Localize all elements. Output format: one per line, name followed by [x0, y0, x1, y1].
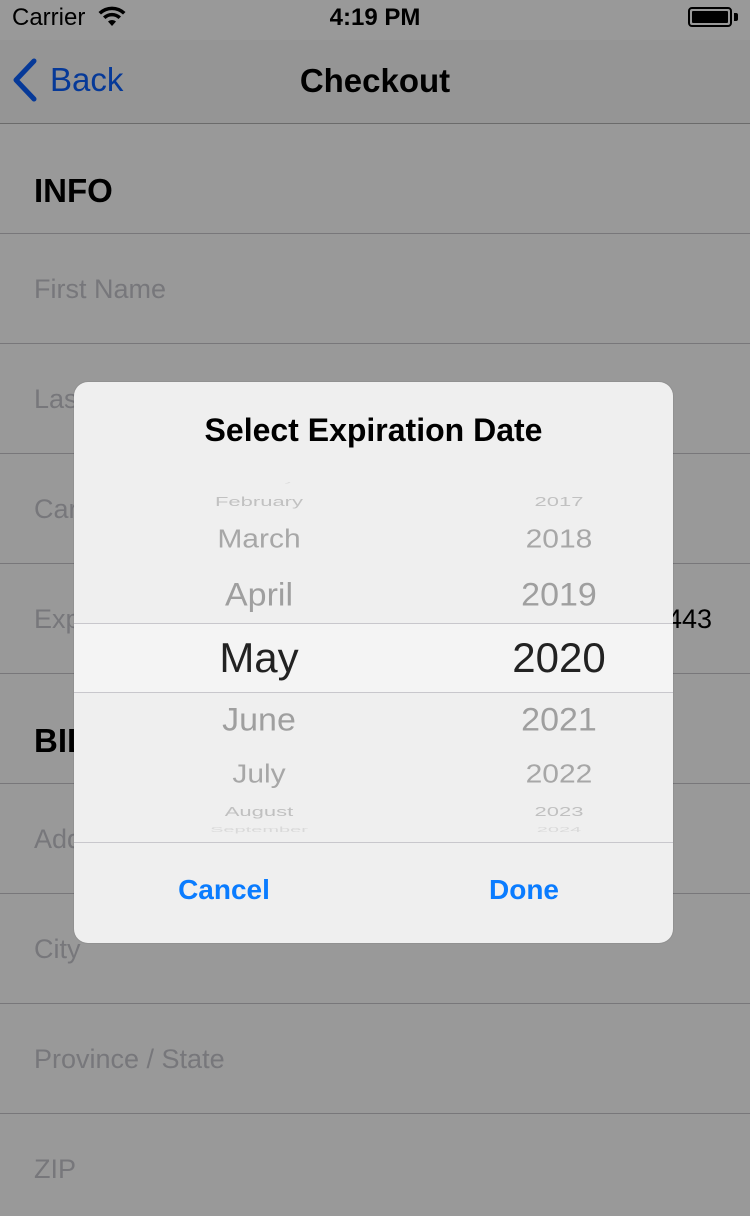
year-option[interactable]: 2018 — [474, 527, 644, 553]
year-option[interactable]: 2023 — [474, 805, 644, 818]
month-option[interactable]: January — [164, 482, 354, 484]
year-option[interactable]: 2020 — [474, 637, 644, 679]
month-option[interactable]: May — [164, 637, 354, 679]
checkout-screen: Carrier 4:19 PM Back Checkout INFO First… — [0, 0, 750, 1216]
month-picker-column[interactable]: January February March April May June July Augu… — [164, 482, 354, 842]
month-option[interactable]: June — [164, 704, 354, 736]
expiration-date-dialog: Select Expiration Date January February Ma… — [74, 382, 673, 943]
month-option[interactable]: September — [164, 827, 354, 834]
year-option[interactable]: 2021 — [474, 704, 644, 736]
year-option[interactable]: 2017 — [474, 495, 644, 508]
year-option[interactable]: 2019 — [474, 579, 644, 611]
date-picker[interactable]: January February March April May June July Augu… — [74, 482, 673, 842]
month-option[interactable]: August — [164, 805, 354, 818]
month-option[interactable]: February — [164, 495, 354, 508]
dialog-divider — [74, 842, 673, 843]
month-option[interactable]: April — [164, 579, 354, 611]
cancel-button[interactable]: Cancel — [134, 860, 314, 920]
year-option[interactable]: 2022 — [474, 762, 644, 788]
dialog-title: Select Expiration Date — [204, 412, 543, 448]
year-picker-column[interactable]: 2016 2017 2018 2019 2020 2021 2022 2023 2024 — [474, 482, 644, 842]
month-option[interactable]: July — [164, 762, 354, 788]
month-option[interactable]: March — [164, 527, 354, 553]
done-button[interactable]: Done — [434, 860, 614, 920]
year-option[interactable]: 2016 — [474, 482, 644, 484]
year-option[interactable]: 2024 — [474, 827, 644, 834]
